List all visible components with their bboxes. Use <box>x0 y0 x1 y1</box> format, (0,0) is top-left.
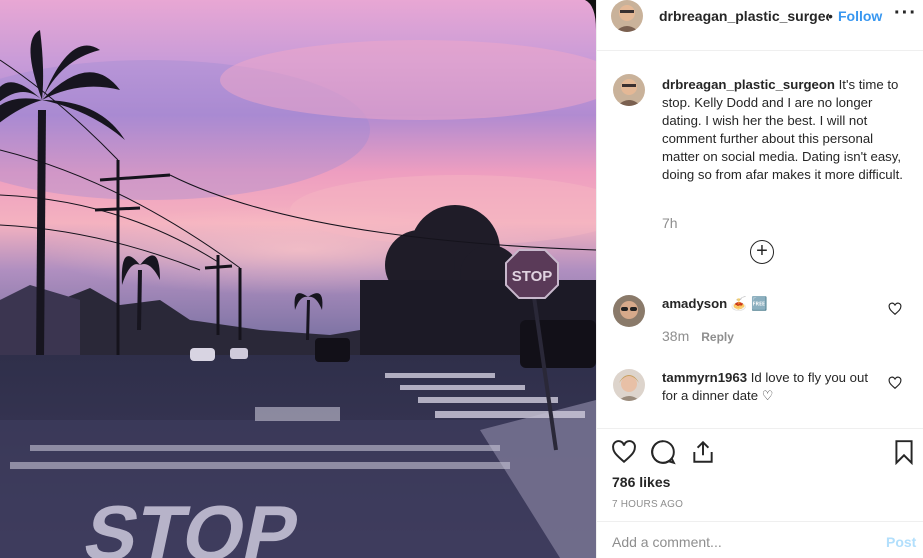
sunset-street-image: STOP STOP <box>0 0 596 558</box>
comment-item: amadyson 🍝 🆓 38m Reply <box>597 295 923 355</box>
author-avatar-image <box>611 0 643 32</box>
commenter-avatar-image <box>613 369 645 401</box>
post-side-panel: drbreagan_plastic_surgeoı • Follow ··· d… <box>596 0 923 558</box>
comments-section: drbreagan_plastic_surgeon It's time to s… <box>597 51 923 429</box>
comment-text: tammyrn1963 Id love to fly you out for a… <box>662 369 882 405</box>
road-stop-text: STOP <box>77 490 306 558</box>
caption-avatar[interactable] <box>613 74 645 106</box>
post-actions: 786 likes 7 HOURS AGO <box>597 428 923 521</box>
commenter-avatar[interactable] <box>613 295 645 327</box>
comment-input[interactable] <box>612 534 862 550</box>
heart-icon[interactable] <box>888 376 902 390</box>
caption-time[interactable]: 7h <box>662 215 678 231</box>
like-heart-icon[interactable] <box>611 439 637 465</box>
post-header: drbreagan_plastic_surgeoı • Follow ··· <box>597 0 923 51</box>
author-avatar[interactable] <box>611 0 643 32</box>
post-timestamp[interactable]: 7 HOURS AGO <box>612 499 683 510</box>
comment-bubble-icon[interactable] <box>650 439 676 465</box>
comment-username[interactable]: amadyson <box>662 296 727 311</box>
comment-text: amadyson 🍝 🆓 <box>662 295 882 313</box>
caption-username[interactable]: drbreagan_plastic_surgeon <box>662 77 835 92</box>
likes-count[interactable]: 786 likes <box>612 474 670 490</box>
post-photo[interactable]: STOP STOP <box>0 0 596 558</box>
share-icon[interactable] <box>690 439 716 465</box>
instagram-post: STOP STOP drbreagan_plastic_surgeoı • Fo… <box>0 0 923 558</box>
reply-button[interactable]: Reply <box>701 330 734 344</box>
commenter-avatar[interactable] <box>613 369 645 401</box>
more-options-icon[interactable]: ··· <box>894 2 917 25</box>
bookmark-icon[interactable] <box>891 439 917 465</box>
comment-time[interactable]: 38m <box>662 328 689 344</box>
heart-icon[interactable] <box>888 302 902 316</box>
caption-text: drbreagan_plastic_surgeon It's time to s… <box>662 76 912 184</box>
commenter-avatar-image <box>613 295 645 327</box>
plus-circle-icon[interactable]: + <box>750 240 774 264</box>
caption-body: It's time to stop. Kelly Dodd and I are … <box>662 77 903 182</box>
comment-username[interactable]: tammyrn1963 <box>662 370 747 385</box>
separator-dot: • <box>828 8 833 24</box>
caption-avatar-image <box>613 74 645 106</box>
stop-sign-text: STOP <box>512 268 553 285</box>
comment-item: tammyrn1963 Id love to fly you out for a… <box>597 369 923 429</box>
comment-body: 🍝 🆓 <box>730 296 768 311</box>
comment-meta: 38m Reply <box>662 328 734 344</box>
author-username[interactable]: drbreagan_plastic_surgeoı <box>659 8 829 24</box>
add-comment-bar: Post <box>597 521 923 558</box>
post-comment-button[interactable]: Post <box>886 534 916 550</box>
follow-button[interactable]: Follow <box>838 8 882 24</box>
